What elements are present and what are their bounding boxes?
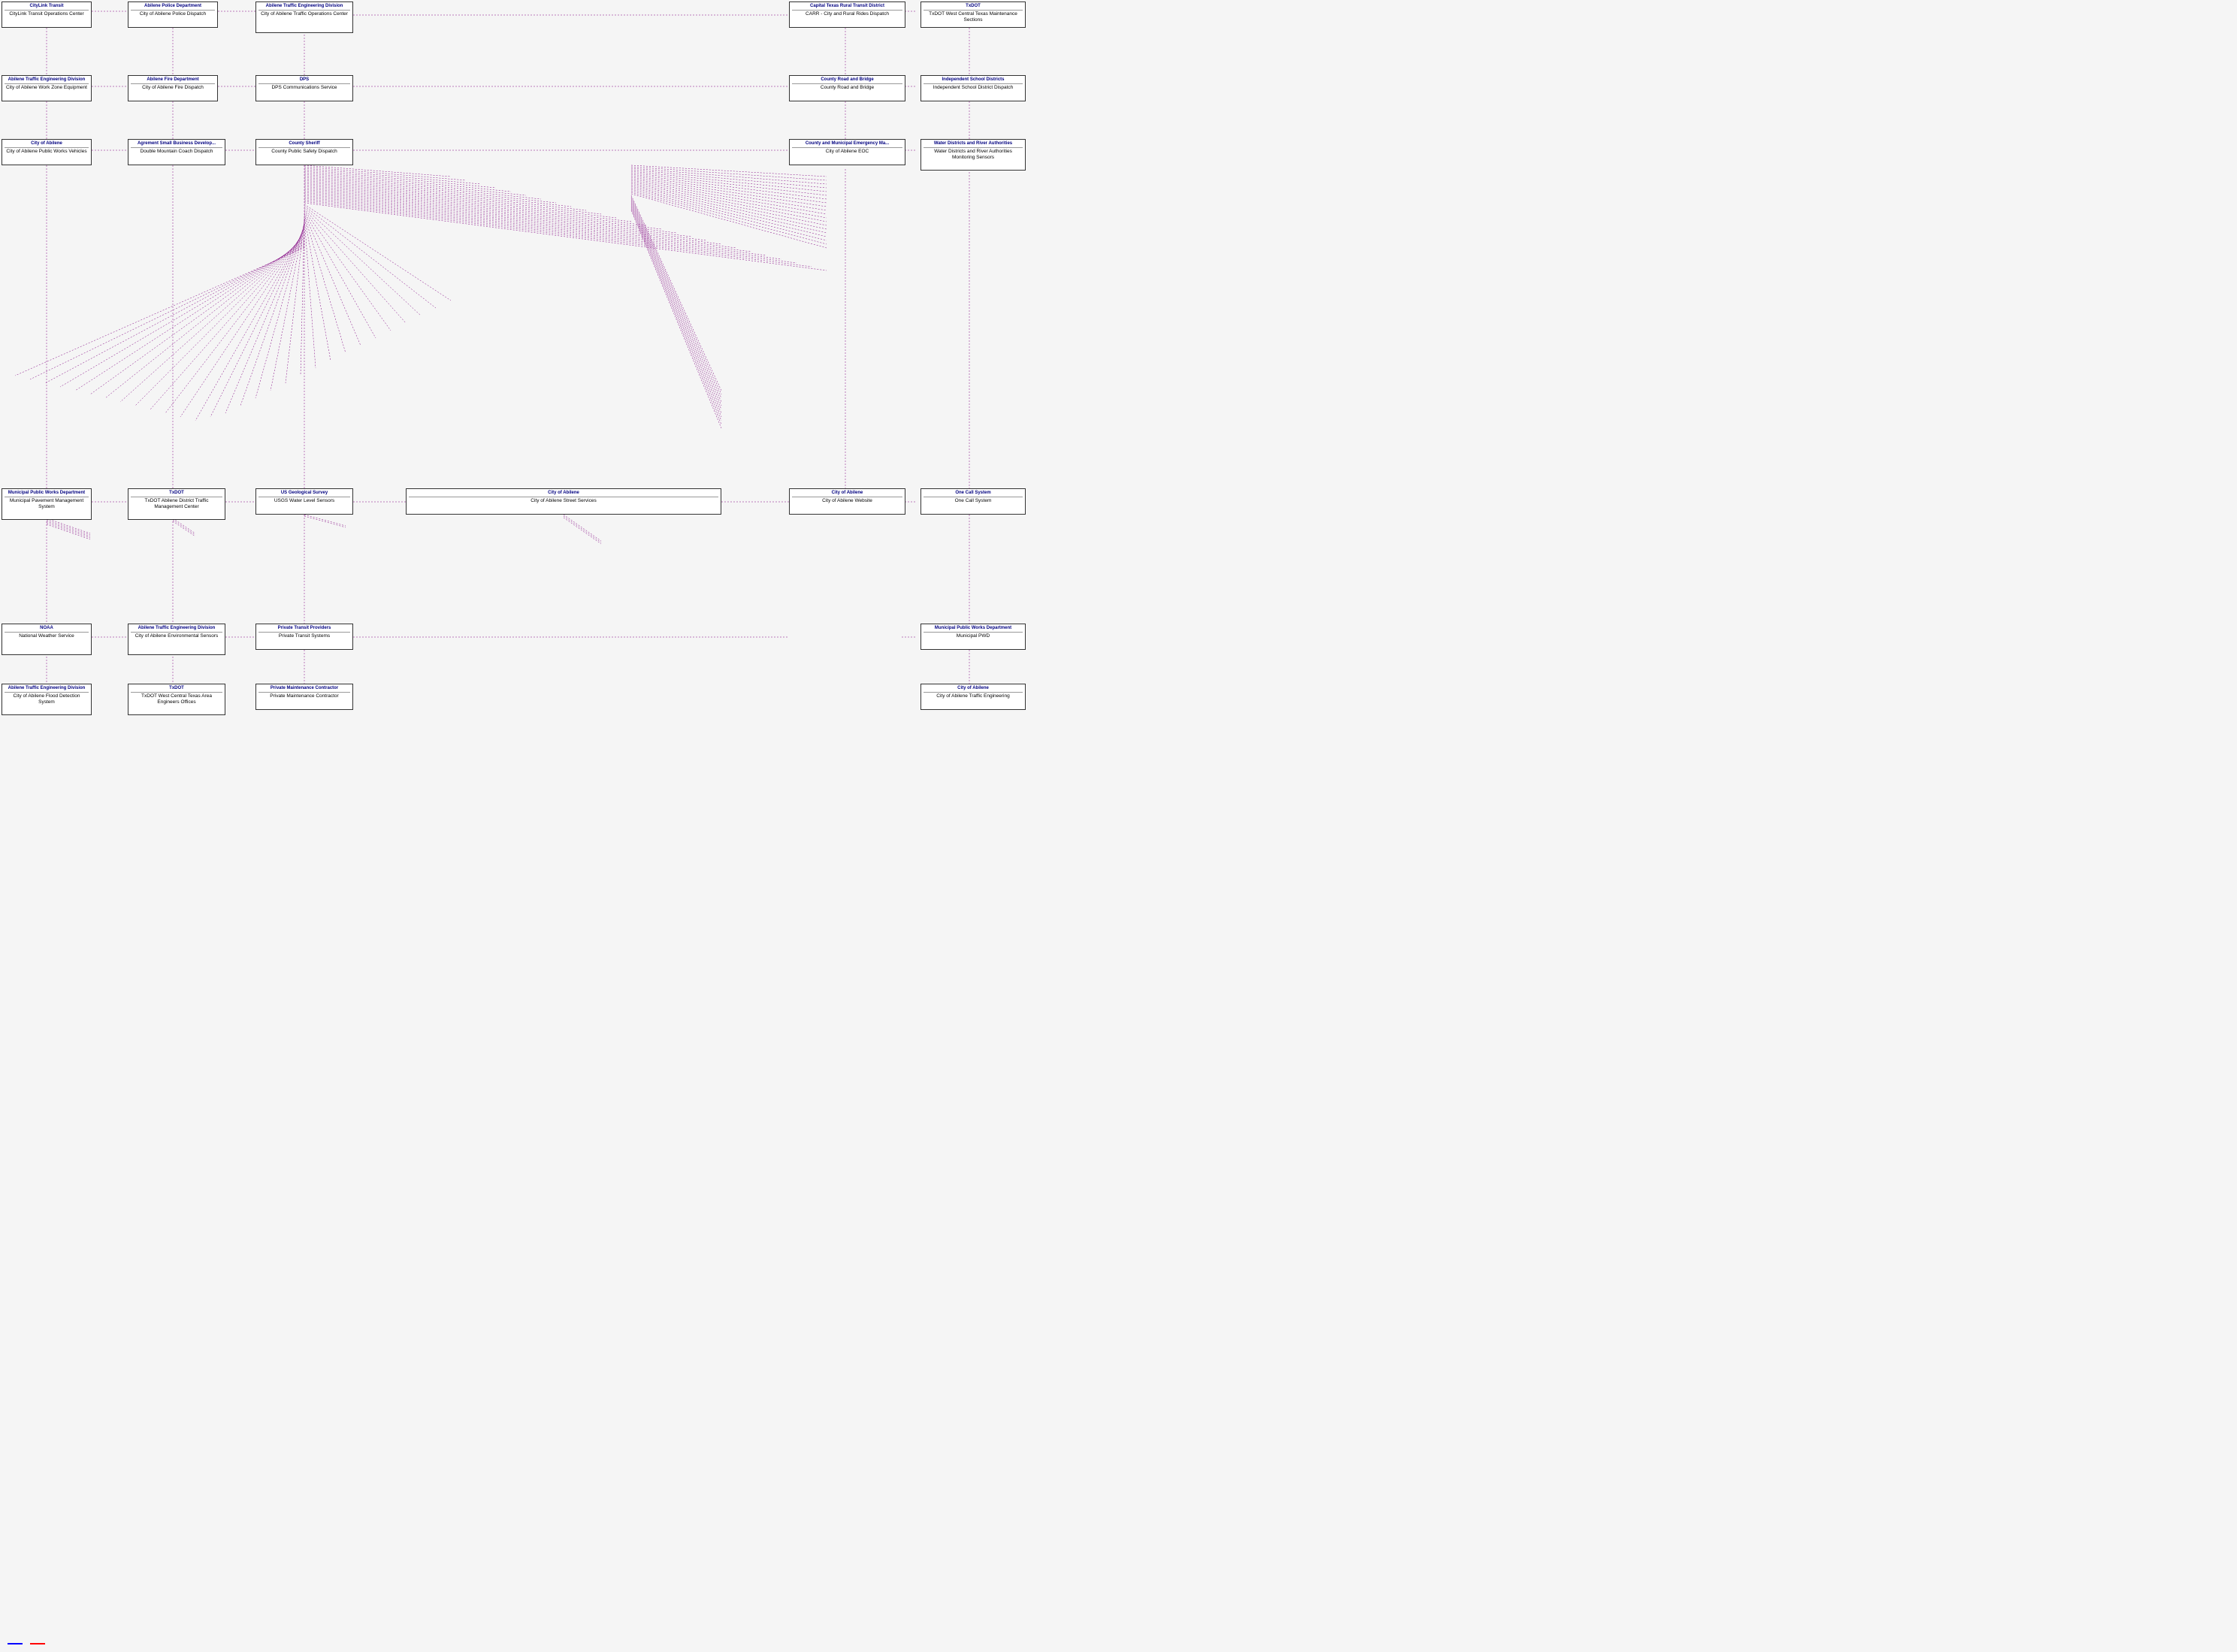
water-dist-node: Water Districts and River Authorities Wa… (920, 139, 1026, 171)
vertical-connections (47, 28, 969, 684)
priv-maint-node: Private Maintenance Contractor Private M… (255, 684, 353, 710)
captrta-node: Capital Texas Rural Transit District CAR… (789, 2, 905, 28)
city-abilene-traffic-eng-content: City of Abilene Traffic Engineering (936, 693, 1009, 699)
abilene-traffic-workzone-title: Abilene Traffic Engineering Division (5, 77, 89, 84)
city-abilene-website-content: City of Abilene Website (822, 498, 872, 503)
dps-content: DPS Communications Service (271, 85, 337, 90)
dps-node: DPS DPS Communications Service (255, 75, 353, 101)
muni-pw-dept2-content: Municipal PWD (957, 633, 990, 639)
abilene-flood-content: City of Abilene Flood Detection System (14, 693, 80, 705)
city-abilene-pw-content: City of Abilene Public Works Vehicles (6, 149, 86, 154)
abilene-traffic-env-content: City of Abilene Environmental Sensors (135, 633, 219, 639)
county-muni-em-title: County and Municipal Emergency Ma... (792, 141, 902, 148)
abilene-police-node: Abilene Police Department City of Abilen… (128, 2, 218, 28)
abilene-police-content: City of Abilene Police Dispatch (140, 11, 206, 17)
muni-pw-dept2-title: Municipal Public Works Department (924, 626, 1023, 633)
city-abilene-traffic-eng-node: City of Abilene City of Abilene Traffic … (920, 684, 1026, 710)
city-abilene-streets-title: City of Abilene (409, 491, 718, 497)
private-transit-node: Private Transit Providers Private Transi… (255, 624, 353, 650)
private-transit-title: Private Transit Providers (258, 626, 350, 633)
txdot-district-title: TxDOT (131, 491, 222, 497)
city-abilene-traffic-eng-title: City of Abilene (924, 686, 1023, 693)
muni-pw-dept-content: Municipal Pavement Management System (10, 498, 83, 509)
agrement-sbd-title: Agrement Small Business Develop... (131, 141, 222, 148)
citylink-node: CityLink Transit CityLink Transit Operat… (2, 2, 92, 28)
right-fan-connections (631, 165, 827, 428)
connection-lines (0, 0, 2237, 1652)
abilene-flood-title: Abilene Traffic Engineering Division (5, 686, 89, 693)
noaa-node: NOAA National Weather Service (2, 624, 92, 655)
abilene-fire-node: Abilene Fire Department City of Abilene … (128, 75, 218, 101)
txdot-engr-node: TxDOT TxDOT West Central Texas Area Engi… (128, 684, 225, 715)
legend-line-blue (8, 1643, 23, 1644)
abilene-traffic-workzone-content: City of Abilene Work Zone Equipment (6, 85, 87, 90)
dps-title: DPS (258, 77, 350, 84)
legend (8, 1643, 45, 1644)
txdot-engr-title: TxDOT (131, 686, 222, 693)
diagram-container: CityLink Transit CityLink Transit Operat… (0, 0, 2237, 1652)
abilene-traffic-workzone-node: Abilene Traffic Engineering Division Cit… (2, 75, 92, 101)
ind-school-dist-title: Independent School Districts (924, 77, 1023, 84)
county-muni-em-content: City of Abilene EOC (826, 149, 869, 154)
txdot-top-node: TxDOT TxDOT West Central Texas Maintenan… (920, 2, 1026, 28)
txdot-district-node: TxDOT TxDOT Abilene District Traffic Man… (128, 488, 225, 520)
muni-pw-dept2-node: Municipal Public Works Department Munici… (920, 624, 1026, 650)
legend-line-red (30, 1643, 45, 1644)
city-abilene-streets-node: City of Abilene City of Abilene Street S… (406, 488, 721, 515)
noaa-content: National Weather Service (19, 633, 74, 639)
abilene-police-title: Abilene Police Department (131, 4, 215, 11)
private-transit-content: Private Transit Systems (279, 633, 330, 639)
abilene-traffic-eng-top-content: City of Abilene Traffic Operations Cente… (261, 11, 348, 17)
county-sheriff-title: County Sheriff (258, 141, 350, 148)
muni-pw-dept-title: Municipal Public Works Department (5, 491, 89, 497)
captrta-content: CARR - City and Rural Rides Dispatch (806, 11, 889, 17)
abilene-traffic-env-title: Abilene Traffic Engineering Division (131, 626, 222, 633)
water-dist-title: Water Districts and River Authorities (924, 141, 1023, 148)
agrement-sbd-node: Agrement Small Business Develop... Doubl… (128, 139, 225, 165)
one-call-title: One Call System (924, 491, 1023, 497)
one-call-node: One Call System One Call System (920, 488, 1026, 515)
ind-school-dist-node: Independent School Districts Independent… (920, 75, 1026, 101)
county-road-bridge-content: County Road and Bridge (821, 85, 874, 90)
txdot-district-content: TxDOT Abilene District Traffic Managemen… (144, 498, 208, 509)
muni-pw-dept-node: Municipal Public Works Department Munici… (2, 488, 92, 520)
county-road-bridge-node: County Road and Bridge County Road and B… (789, 75, 905, 101)
city-abilene-website-node: City of Abilene City of Abilene Website (789, 488, 905, 515)
usgs-title: US Geological Survey (258, 491, 350, 497)
city-abilene-pw-node: City of Abilene City of Abilene Public W… (2, 139, 92, 165)
txdot-top-content: TxDOT West Central Texas Maintenance Sec… (929, 11, 1017, 23)
abilene-traffic-env-node: Abilene Traffic Engineering Division Cit… (128, 624, 225, 655)
priv-maint-title: Private Maintenance Contractor (258, 686, 350, 693)
county-muni-em-node: County and Municipal Emergency Ma... Cit… (789, 139, 905, 165)
sheriff-connections (15, 165, 827, 421)
water-dist-content: Water Districts and River Authorities Mo… (934, 149, 1012, 160)
captrta-title: Capital Texas Rural Transit District (792, 4, 902, 11)
legend-item-red (30, 1643, 45, 1644)
abilene-traffic-eng-top-title: Abilene Traffic Engineering Division (258, 4, 350, 11)
ind-school-dist-content: Independent School District Dispatch (933, 85, 1014, 90)
usgs-node: US Geological Survey USGS Water Level Se… (255, 488, 353, 515)
noaa-title: NOAA (5, 626, 89, 633)
horizontal-connections (92, 11, 917, 637)
abilene-fire-title: Abilene Fire Department (131, 77, 215, 84)
city-abilene-pw-title: City of Abilene (5, 141, 89, 148)
county-road-bridge-title: County Road and Bridge (792, 77, 902, 84)
legend-item-blue (8, 1643, 23, 1644)
abilene-traffic-eng-top-node: Abilene Traffic Engineering Division Cit… (255, 2, 353, 33)
txdot-engr-content: TxDOT West Central Texas Area Engineers … (141, 693, 212, 705)
citylink-title: CityLink Transit (5, 4, 89, 11)
agrement-sbd-content: Double Mountain Coach Dispatch (141, 149, 213, 154)
usgs-content: USGS Water Level Sensors (274, 498, 334, 503)
citylink-content: CityLink Transit Operations Center (9, 11, 83, 17)
abilene-fire-content: City of Abilene Fire Dispatch (142, 85, 204, 90)
one-call-content: One Call System (955, 498, 992, 503)
abilene-flood-node: Abilene Traffic Engineering Division Cit… (2, 684, 92, 715)
county-sheriff-node: County Sheriff County Public Safety Disp… (255, 139, 353, 165)
priv-maint-content: Private Maintenance Contractor (270, 693, 338, 699)
txdot-top-title: TxDOT (924, 4, 1023, 11)
county-sheriff-content: County Public Safety Dispatch (271, 149, 337, 154)
city-abilene-website-title: City of Abilene (792, 491, 902, 497)
city-abilene-streets-content: City of Abilene Street Services (531, 498, 596, 503)
